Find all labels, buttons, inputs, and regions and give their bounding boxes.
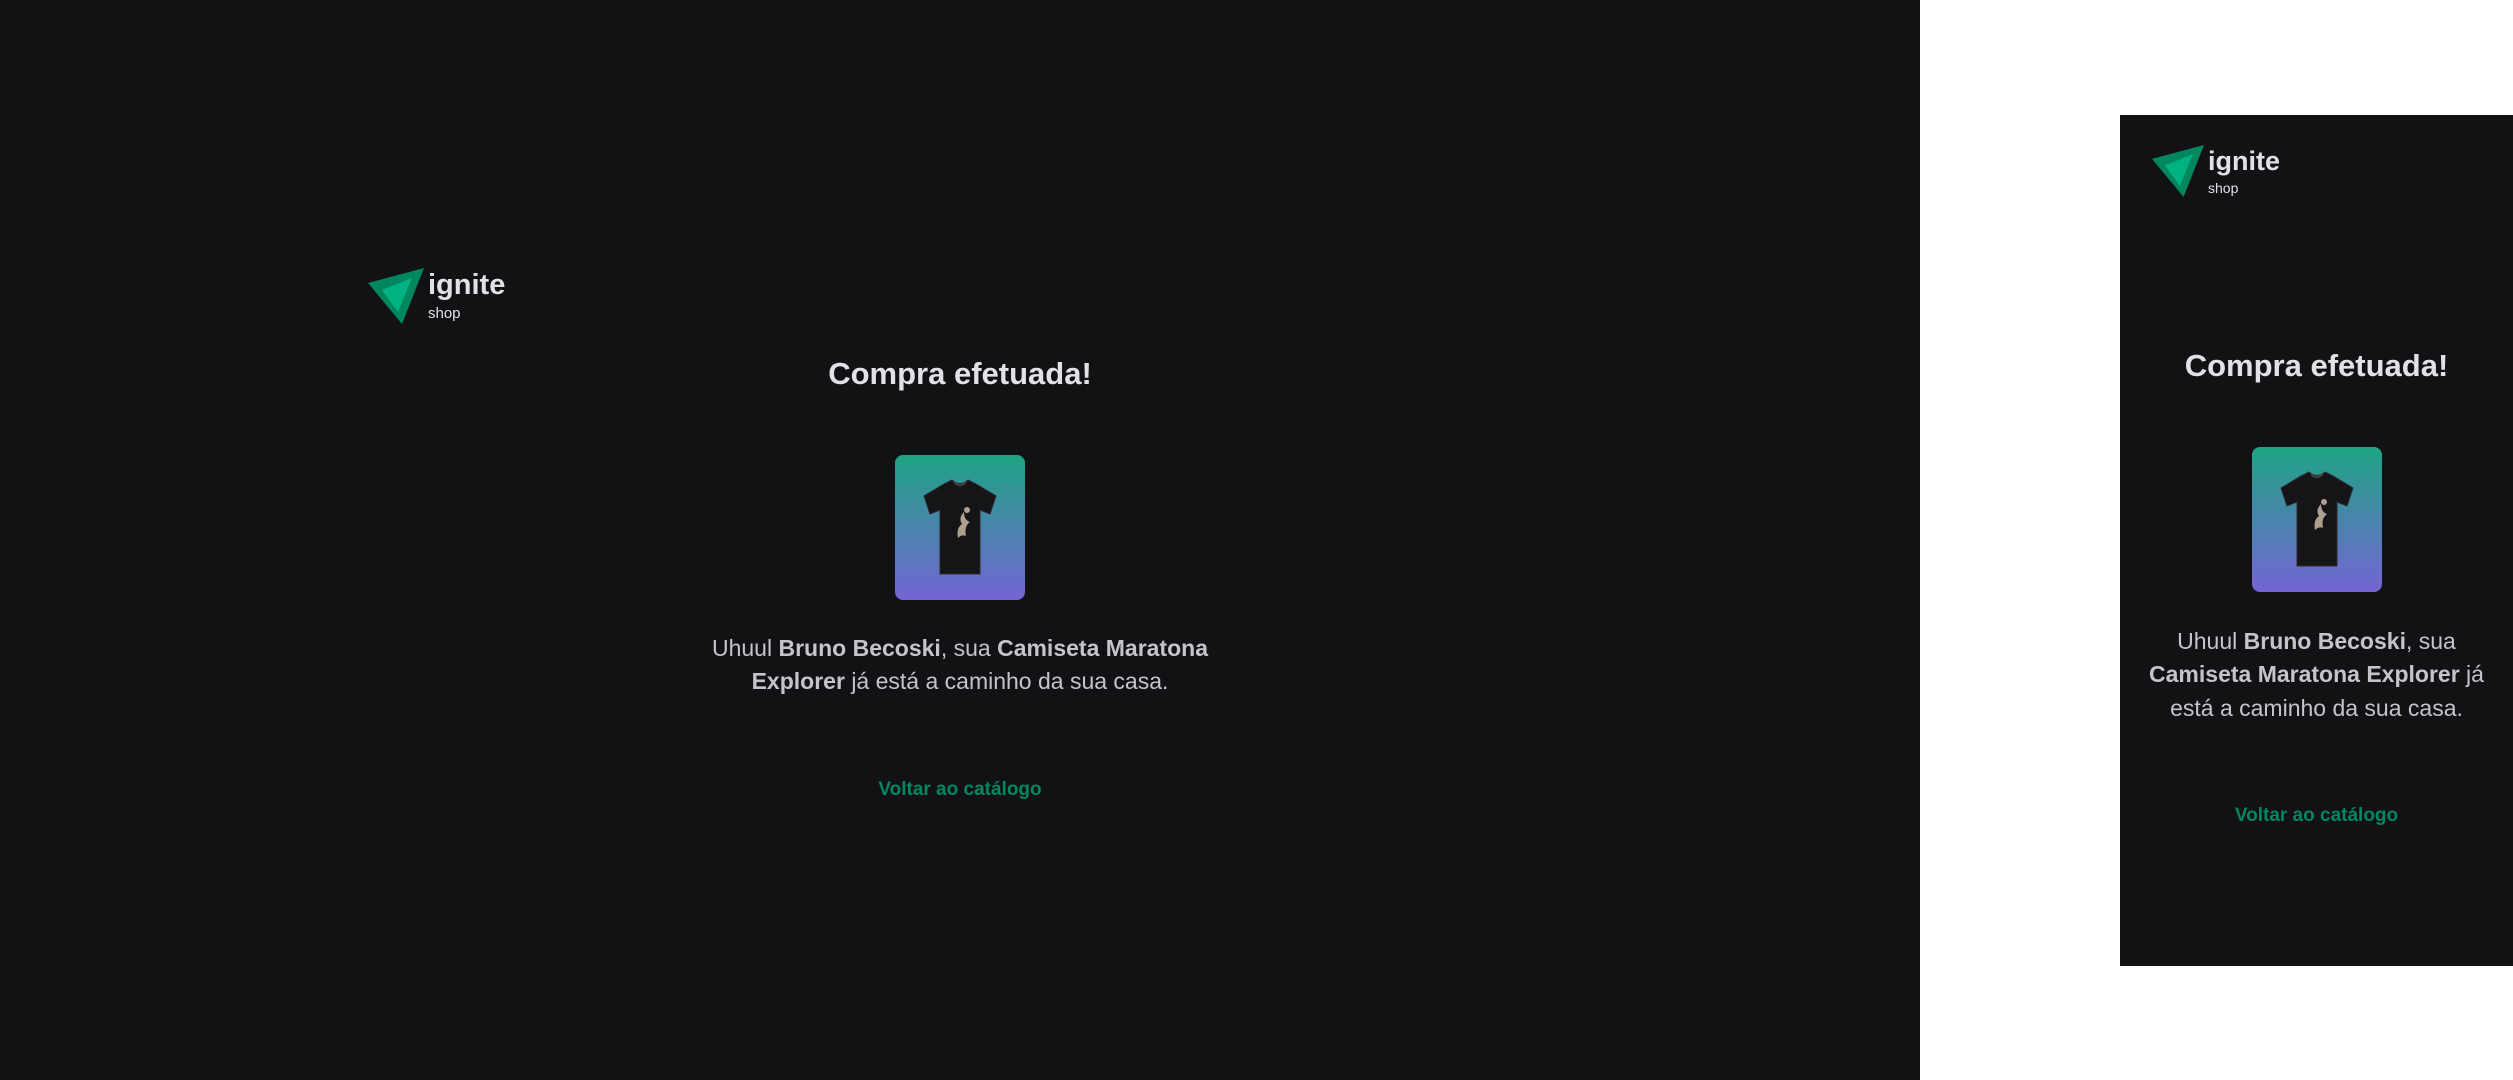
ignite-shop-logo[interactable]: ignite shop xyxy=(368,268,505,324)
logo-subtitle: shop xyxy=(428,305,461,322)
ignite-logo-icon xyxy=(368,268,424,324)
message-ending: já está a caminho da sua casa. xyxy=(851,668,1169,695)
connector: , sua xyxy=(940,635,991,661)
back-to-catalog-link[interactable]: Voltar ao catálogo xyxy=(2235,805,2398,827)
success-message: Uhuul Bruno Becoski, sua Camiseta Marato… xyxy=(2137,625,2497,725)
success-container: Compra efetuada! Uhuul Bruno Becoski, su… xyxy=(2120,348,2513,827)
ignite-shop-logo[interactable]: ignite shop xyxy=(2152,145,2280,197)
product-image xyxy=(2251,447,2382,592)
tshirt-icon xyxy=(923,478,997,574)
product-name: Camiseta Maratona Explorer xyxy=(2149,661,2460,688)
page-title: Compra efetuada! xyxy=(828,356,1092,391)
logo-subtitle: shop xyxy=(2208,179,2239,196)
greeting: Uhuul xyxy=(711,635,773,661)
success-container: Compra efetuada! Uhuul Bruno Becoski, su… xyxy=(660,356,1260,801)
ignite-logo-icon xyxy=(2152,145,2204,197)
logo-title: ignite xyxy=(2208,145,2280,176)
customer-name: Bruno Becoski xyxy=(778,635,941,661)
page-title: Compra efetuada! xyxy=(2184,348,2449,383)
greeting: Uhuul xyxy=(2177,628,2238,654)
customer-name: Bruno Becoski xyxy=(2243,628,2406,654)
connector: , sua xyxy=(2405,628,2456,654)
mobile-view: ignite shop Compra efetuada! Uhuul Bruno… xyxy=(2120,115,2513,966)
back-to-catalog-link[interactable]: Voltar ao catálogo xyxy=(878,779,1041,801)
desktop-view: ignite shop Compra efetuada! Uhuul Bruno… xyxy=(0,0,1920,1080)
success-message: Uhuul Bruno Becoski, sua Camiseta Marato… xyxy=(700,632,1220,699)
tshirt-icon xyxy=(2279,470,2354,566)
product-image xyxy=(895,455,1025,600)
logo-title: ignite xyxy=(428,269,506,301)
